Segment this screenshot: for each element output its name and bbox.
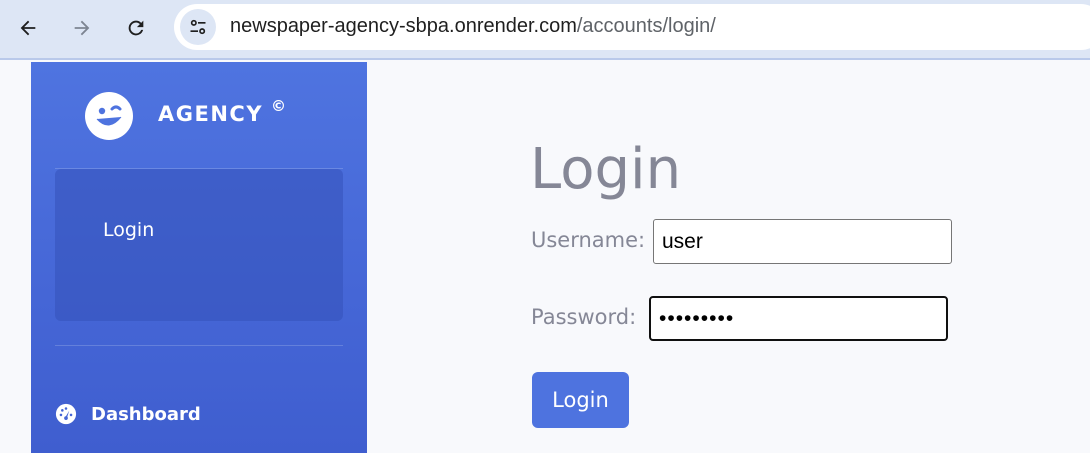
sidebar-item-label: Login <box>103 219 155 241</box>
reload-icon <box>128 20 144 36</box>
sidebar-divider <box>55 345 343 346</box>
sidebar-item-dashboard[interactable]: Dashboard <box>55 396 343 432</box>
sidebar-item-label: Dashboard <box>91 403 201 425</box>
arrow-left-icon <box>20 20 36 36</box>
url-host: newspaper-agency-sbpa.onrender.com <box>230 15 577 37</box>
url-text[interactable]: newspaper-agency-sbpa.onrender.com/accou… <box>230 15 716 38</box>
reload-button[interactable] <box>118 10 154 46</box>
url-path: /accounts/login/ <box>576 15 716 37</box>
login-button[interactable]: Login <box>532 372 629 428</box>
forward-button[interactable] <box>64 10 100 46</box>
winking-face-icon[interactable] <box>83 90 135 142</box>
brand-text: AGENCY <box>158 102 264 126</box>
tachometer-icon <box>55 403 77 425</box>
password-input[interactable] <box>649 296 948 341</box>
address-bar[interactable]: newspaper-agency-sbpa.onrender.com/accou… <box>174 4 1090 50</box>
arrow-right-icon <box>74 20 90 36</box>
browser-toolbar: newspaper-agency-sbpa.onrender.com/accou… <box>0 0 1090 60</box>
back-button[interactable] <box>10 10 46 46</box>
sidebar-item-login[interactable]: Login <box>55 169 343 321</box>
username-label: Username: <box>531 228 646 252</box>
tune-icon <box>190 19 206 35</box>
site-info-button[interactable] <box>180 9 216 45</box>
username-input[interactable] <box>653 219 952 264</box>
brand-name[interactable]: AGENCY © <box>158 97 286 126</box>
password-label: Password: <box>531 305 637 329</box>
page-title: Login <box>530 137 682 202</box>
sidebar: AGENCY © Login Dashboard <box>31 62 367 453</box>
brand-mark: © <box>271 97 287 115</box>
